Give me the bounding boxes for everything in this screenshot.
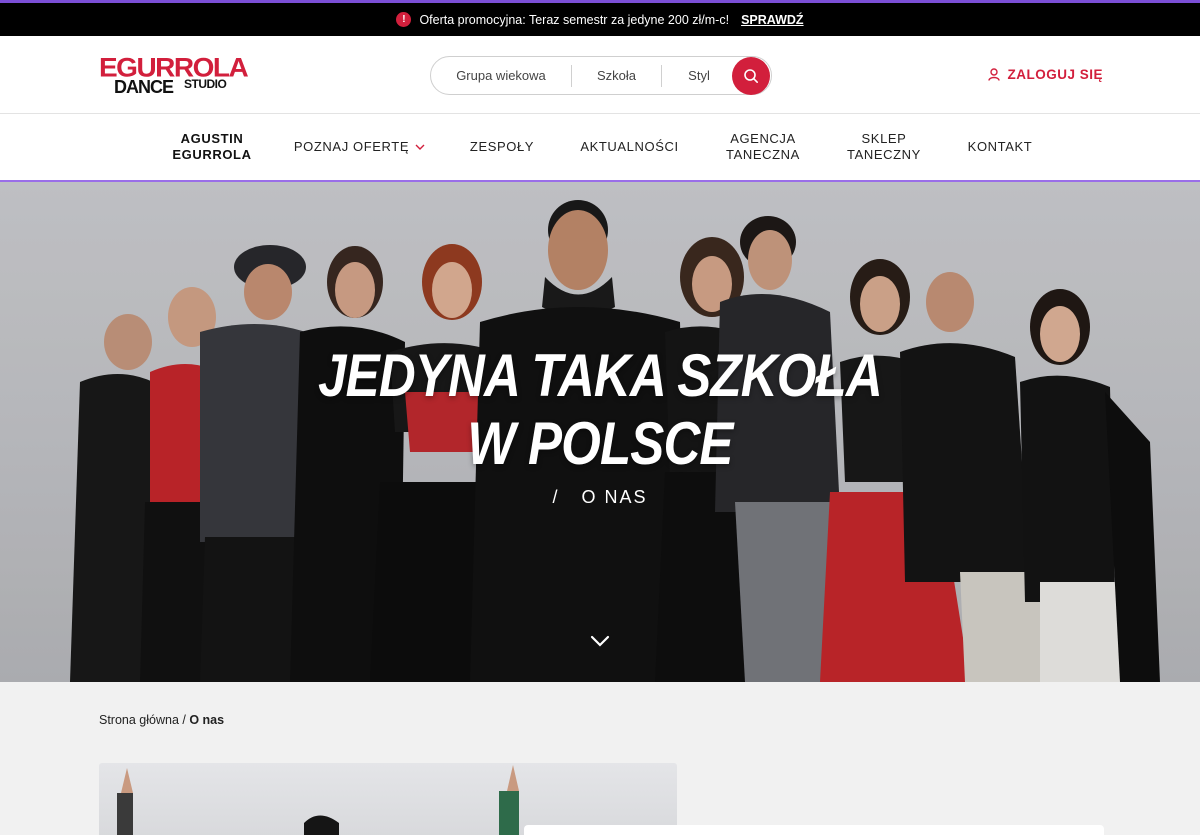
nav-item-label: POZNAJ OFERTĘ — [293, 139, 410, 154]
hero-title-line-2: W POLSCE — [467, 410, 733, 477]
promo-link[interactable]: SPRAWDŹ — [741, 13, 804, 27]
logo-line-2: DANCE — [114, 77, 174, 97]
site-header: EGURROLA DANCE STUDIO Grupa wiekowa Szko… — [0, 36, 1200, 114]
nav-item-kontakt[interactable]: KONTAKT — [958, 114, 1042, 180]
nav-item-agencja-taneczna[interactable]: AGENCJA TANECZNA — [718, 114, 808, 180]
nav-item-zespoly[interactable]: ZESPOŁY — [462, 114, 542, 180]
nav-item-label: KONTAKT — [967, 139, 1033, 154]
main-nav: AGUSTIN EGURROLA POZNAJ OFERTĘ ZESPOŁY A… — [0, 114, 1200, 182]
nav-item-label: TANECZNA — [726, 147, 800, 162]
nav-item-label: AGENCJA — [730, 131, 796, 146]
search-bar: Grupa wiekowa Szkoła Styl — [430, 56, 772, 95]
logo-line-3: STUDIO — [184, 77, 227, 91]
nav-item-label: AGUSTIN — [180, 131, 244, 146]
login-link[interactable]: ZALOGUJ SIĘ — [988, 67, 1103, 82]
about-card — [524, 825, 1104, 835]
search-segment-school[interactable]: Szkoła — [572, 57, 661, 94]
nav-item-label: AKTUALNOŚCI — [580, 139, 679, 154]
breadcrumb-home[interactable]: Strona główna — [99, 713, 179, 727]
site-logo[interactable]: EGURROLA DANCE STUDIO — [99, 54, 249, 98]
search-segment-age-group[interactable]: Grupa wiekowa — [431, 57, 571, 94]
search-icon — [744, 69, 758, 83]
nav-item-aktualnosci[interactable]: AKTUALNOŚCI — [572, 114, 687, 180]
nav-item-agustin-egurrola[interactable]: AGUSTIN EGURROLA — [162, 114, 262, 180]
nav-item-sklep-taneczny[interactable]: SKLEP TANECZNY — [838, 114, 930, 180]
alert-icon: ! — [396, 12, 412, 27]
nav-item-label: ZESPOŁY — [469, 139, 535, 154]
search-segment-style[interactable]: Styl — [662, 57, 736, 94]
chevron-down-icon — [415, 144, 425, 150]
user-icon — [988, 68, 1001, 81]
hero-subtitle-separator: / — [552, 487, 560, 507]
hero-title: JEDYNA TAKA SZKOŁA W POLSCE — [90, 342, 1110, 478]
nav-item-label: TANECZNY — [847, 147, 921, 162]
search-button[interactable] — [732, 57, 770, 95]
hero-subtitle-text: O NAS — [581, 487, 648, 507]
promo-text: Oferta promocyjna: Teraz semestr za jedy… — [419, 12, 730, 27]
nav-item-label: SKLEP — [861, 131, 907, 146]
nav-item-label: EGURROLA — [172, 147, 252, 162]
breadcrumb-current: O nas — [189, 713, 225, 727]
hero-subtitle: / O NAS — [0, 487, 1200, 508]
nav-item-poznaj-oferte[interactable]: POZNAJ OFERTĘ — [287, 114, 432, 180]
hero-title-line-1: JEDYNA TAKA SZKOŁA — [318, 342, 883, 409]
breadcrumb: Strona główna / O nas — [99, 713, 224, 727]
chevron-down-icon[interactable] — [590, 634, 610, 648]
promo-bar: ! Oferta promocyjna: Teraz semestr za je… — [0, 0, 1200, 36]
login-label: ZALOGUJ SIĘ — [1007, 67, 1103, 82]
breadcrumb-separator: / — [178, 713, 190, 727]
hero-banner: JEDYNA TAKA SZKOŁA W POLSCE / O NAS — [0, 182, 1200, 682]
